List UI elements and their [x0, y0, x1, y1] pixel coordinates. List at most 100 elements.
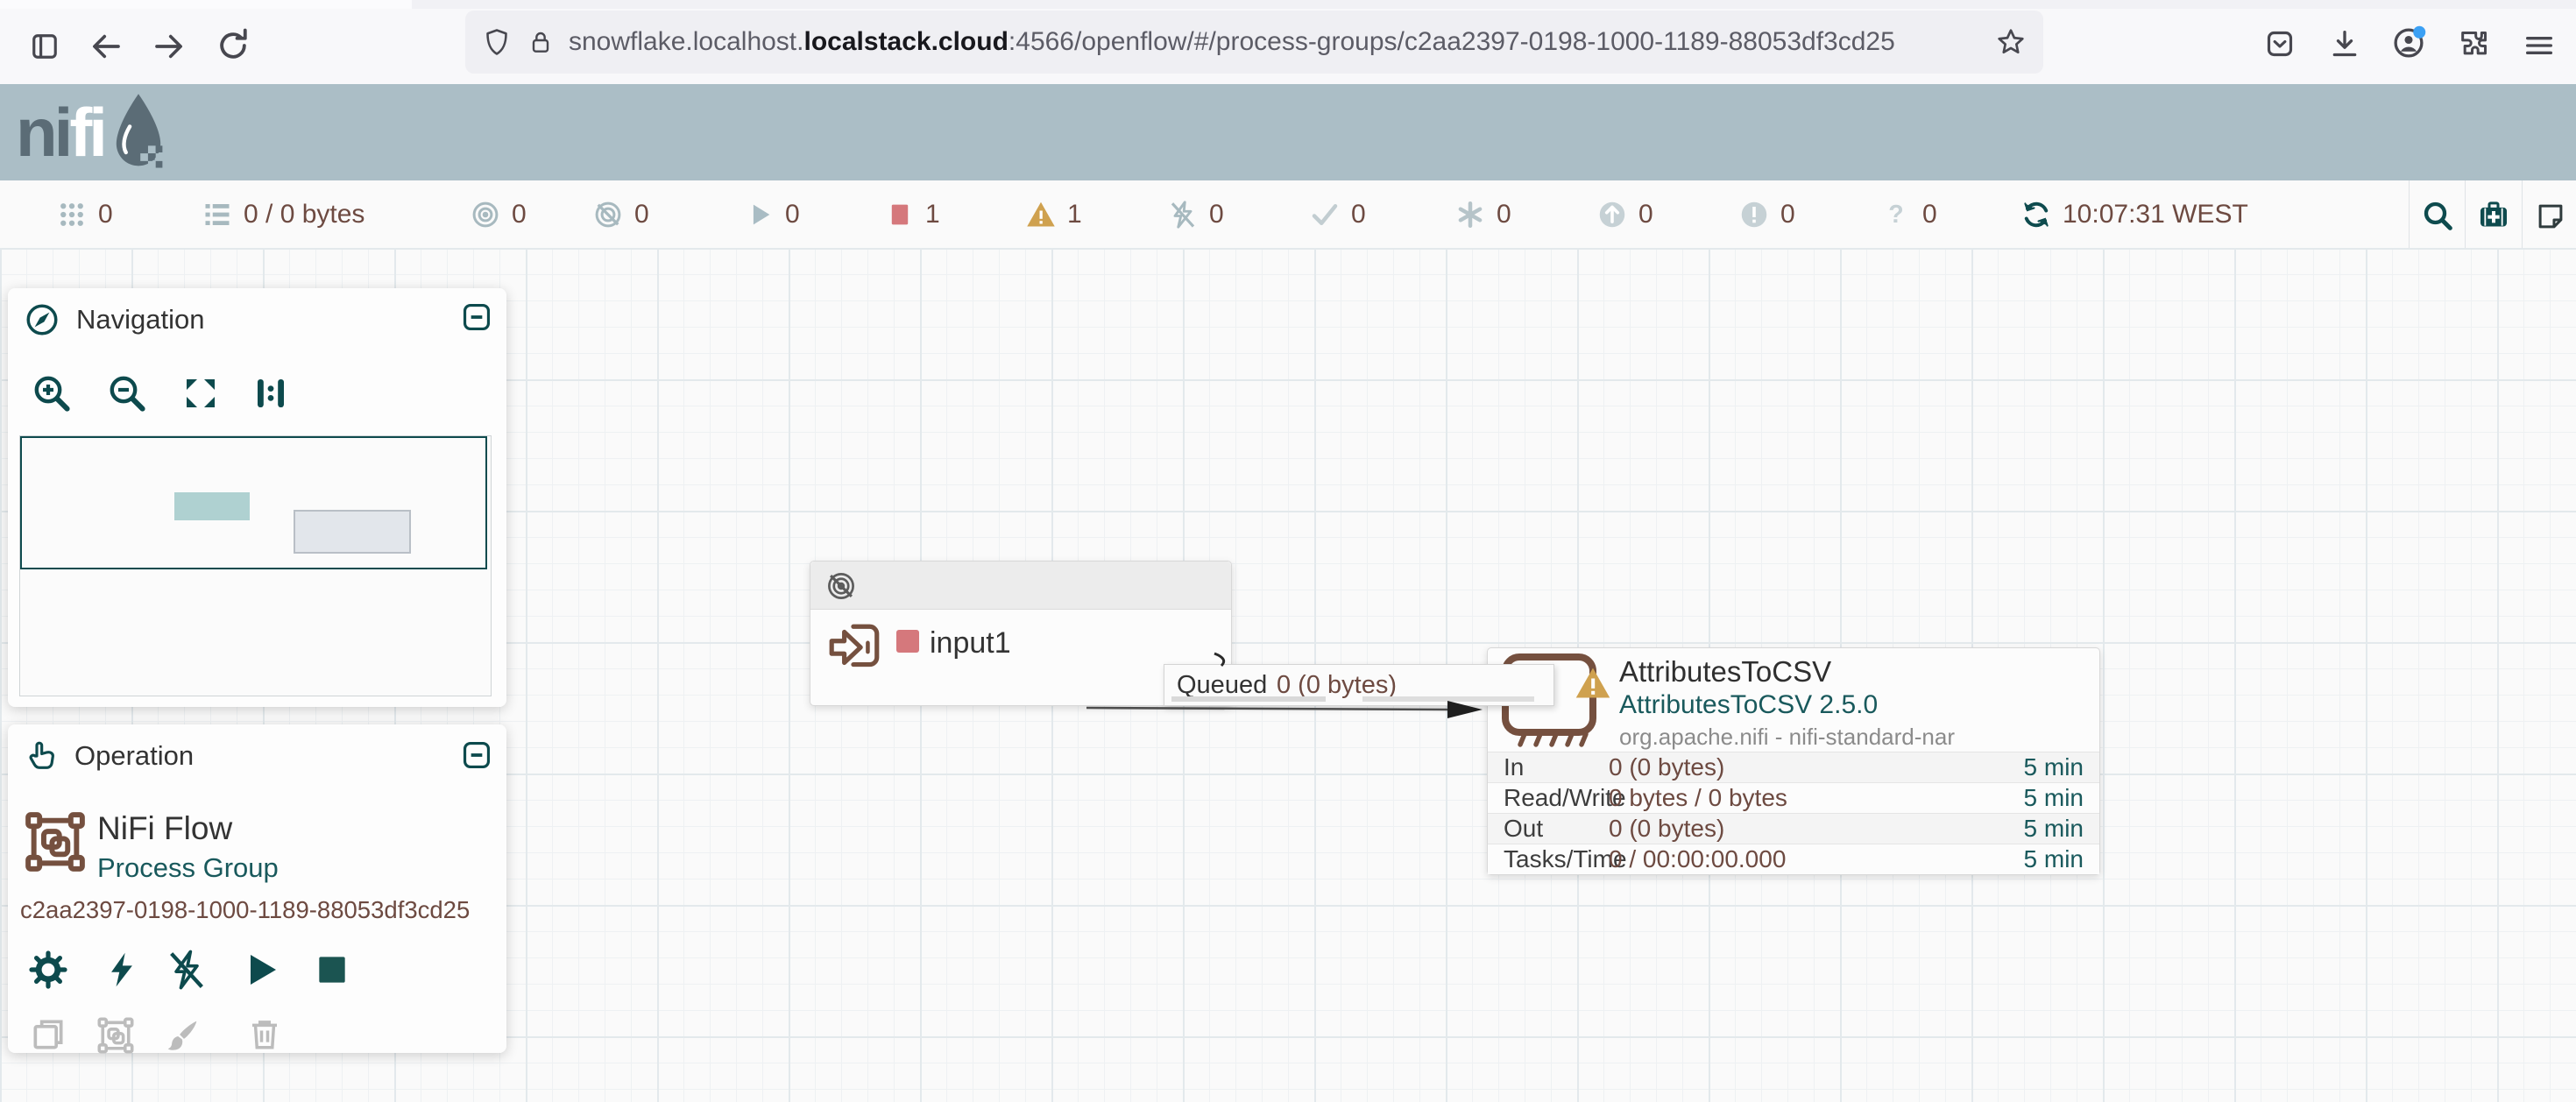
browser-chrome: snowflake.localhost.localstack.cloud:456…	[0, 0, 2576, 85]
menu-hamburger-icon	[2522, 28, 2557, 63]
extensions-puzzle-icon	[2457, 26, 2492, 61]
downloads-button[interactable]	[2327, 26, 2362, 61]
enable-button[interactable]	[103, 950, 141, 989]
birdseye-processor-swatch	[294, 510, 411, 554]
navigation-panel: Navigation	[8, 288, 506, 707]
disabled-lightning-icon	[1167, 199, 1199, 230]
selected-component-type: Process Group	[97, 852, 279, 884]
status-sync-failure: ? 0	[1880, 180, 1937, 248]
status-up-to-date: 0	[1309, 180, 1366, 248]
status-locally-modified-stale: 0	[1738, 180, 1795, 248]
processor-type: AttributesToCSV 2.5.0	[1619, 690, 1878, 720]
not-transmitting-icon	[592, 199, 624, 230]
reload-icon	[214, 26, 252, 65]
running-play-icon	[745, 200, 775, 230]
processor-name: AttributesToCSV	[1619, 655, 1831, 689]
status-running: 0	[745, 180, 800, 248]
zoom-fit-button[interactable]	[180, 372, 222, 414]
processor-stat-row-tasks: Tasks/Time 0 / 00:00:00.000 5 min	[1488, 844, 2099, 874]
extensions-button[interactable]	[2457, 26, 2492, 61]
notes-icon	[2534, 200, 2567, 233]
forward-arrow-icon	[151, 28, 188, 65]
pocket-save-button[interactable]	[2262, 26, 2297, 61]
back-button[interactable]	[88, 28, 124, 65]
url-bar[interactable]: snowflake.localhost.localstack.cloud:456…	[465, 11, 2043, 74]
operation-collapse-button[interactable]	[460, 738, 493, 772]
question-icon: ?	[1880, 199, 1912, 230]
zoom-fit-icon	[180, 372, 222, 414]
disable-button[interactable]	[164, 947, 209, 993]
download-icon	[2327, 26, 2362, 61]
url-text[interactable]: snowflake.localhost.localstack.cloud:456…	[569, 27, 1980, 57]
stale-up-arrow-icon	[1596, 199, 1628, 230]
flow-analysis-button[interactable]	[2476, 198, 2511, 233]
birdseye-viewport[interactable]	[20, 436, 487, 569]
input-port-header	[810, 562, 1231, 610]
notes-button[interactable]	[2534, 200, 2567, 233]
gear-icon	[27, 949, 69, 991]
group-button[interactable]	[96, 1015, 136, 1056]
statusbar-separator	[2409, 180, 2410, 248]
processor-warning-icon	[1574, 664, 1612, 703]
sidebar-toggle-icon	[26, 28, 63, 65]
zoom-out-button[interactable]	[106, 372, 148, 414]
nifi-logo-text-2: fi	[69, 93, 104, 172]
queue-list-icon	[202, 199, 233, 230]
connection-size-bar	[1362, 696, 1534, 702]
statusbar-separator	[2465, 180, 2466, 248]
processor-component[interactable]: AttributesToCSV AttributesToCSV 2.5.0 or…	[1487, 647, 2100, 875]
forward-button[interactable]	[151, 28, 188, 65]
hand-pointer-icon	[24, 738, 59, 774]
navigation-title: Navigation	[76, 304, 204, 336]
exclamation-circle-icon	[1738, 199, 1770, 230]
stop-icon	[313, 950, 351, 989]
asterisk-icon	[1454, 199, 1486, 230]
copy-button[interactable]	[29, 1015, 67, 1054]
navigation-collapse-button[interactable]	[460, 300, 493, 334]
browser-tab-strip-right	[412, 0, 2576, 9]
status-active-threads: 0	[56, 180, 113, 248]
status-transmitting: 0	[470, 180, 527, 248]
delete-button[interactable]	[246, 1015, 283, 1052]
connection-label[interactable]: Queued 0 (0 bytes)	[1164, 664, 1554, 706]
browser-menu-button[interactable]	[2522, 28, 2557, 63]
refresh-icon[interactable]	[2020, 199, 2052, 230]
connection-count-bar	[1171, 696, 1326, 702]
reload-button[interactable]	[214, 26, 252, 65]
status-invalid: 1	[1025, 180, 1082, 248]
collapse-icon	[460, 738, 493, 772]
configure-button[interactable]	[27, 949, 69, 991]
selected-component-name: NiFi Flow	[97, 810, 232, 847]
no-transmission-icon	[824, 569, 858, 603]
zoom-actual-button[interactable]	[250, 372, 292, 414]
start-button[interactable]	[241, 949, 283, 991]
zoom-actual-icon	[250, 372, 292, 414]
statusbar-separator	[2522, 180, 2523, 248]
threads-grid-icon	[56, 199, 88, 230]
status-locally-modified: 0	[1454, 180, 1511, 248]
zoom-in-icon	[31, 372, 73, 414]
bookmark-star-icon[interactable]	[1994, 25, 2028, 59]
stop-button[interactable]	[313, 950, 351, 989]
zoom-in-button[interactable]	[31, 372, 73, 414]
lightning-icon	[103, 950, 141, 989]
birdseye-input-port-swatch	[174, 492, 250, 520]
svg-text:?: ?	[1888, 201, 1903, 229]
processor-stat-row-readwrite: Read/Write 0 bytes / 0 bytes 5 min	[1488, 782, 2099, 813]
flow-status-bar: 0 0 / 0 bytes 0 0 0 1	[0, 180, 2576, 249]
play-icon	[241, 949, 283, 991]
sidebar-toggle-button[interactable]	[26, 28, 63, 65]
account-button[interactable]	[2390, 25, 2427, 61]
stopped-square-icon	[885, 200, 915, 230]
input-port-label: input1	[930, 626, 1011, 660]
group-components-icon	[96, 1015, 136, 1056]
birdseye-minimap[interactable]	[19, 435, 492, 696]
search-button[interactable]	[2420, 198, 2455, 233]
lightning-slash-icon	[164, 947, 209, 993]
change-color-button[interactable]	[162, 1015, 202, 1056]
input-port-glyph-icon	[826, 623, 884, 674]
refresh-group[interactable]: 10:07:31 WEST	[2020, 180, 2248, 248]
lock-icon	[527, 26, 555, 58]
shield-icon	[481, 26, 513, 58]
operation-title: Operation	[74, 740, 194, 772]
